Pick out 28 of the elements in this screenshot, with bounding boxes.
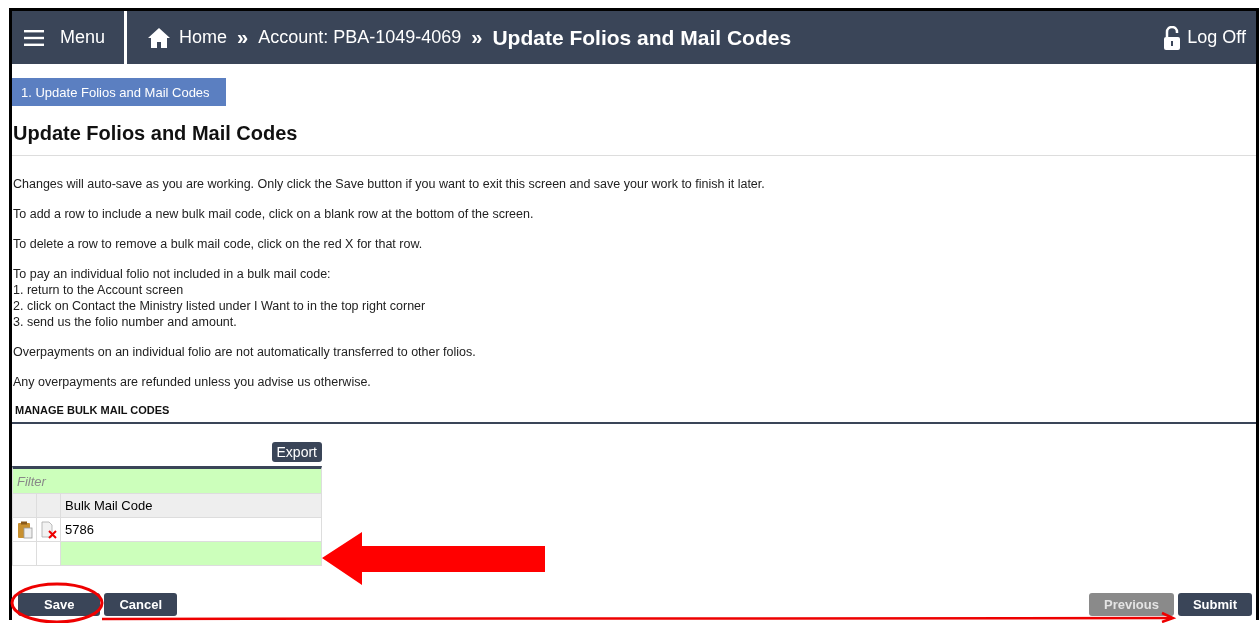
export-button[interactable]: Export xyxy=(271,442,322,462)
instruction-text: To pay an individual folio not included in a bulk mail code: 1. return to the Account screen 2. click on Contact the Ministry listed under I Want to in the top right corner 3. send us the folio number and amount. xyxy=(13,266,427,330)
logoff-link[interactable]: Log Off xyxy=(1187,27,1246,48)
menu-icon xyxy=(24,29,44,46)
delete-icon[interactable] xyxy=(40,520,57,539)
home-icon xyxy=(147,26,172,49)
column-header: Bulk Mail Code xyxy=(60,494,322,518)
filter-field[interactable]: Filter xyxy=(12,466,322,494)
clipboard-icon[interactable] xyxy=(16,520,33,539)
breadcrumb-separator: » xyxy=(471,26,483,49)
heading: Update Folios and Mail Codes xyxy=(12,122,1256,156)
menu-button[interactable]: Menu xyxy=(12,11,128,64)
breadcrumb-separator: » xyxy=(237,26,249,49)
instruction-text: Changes will auto-save as you are working. Only click the Save button if you want to exit this screen and save your work to finish it later. xyxy=(13,176,766,192)
step-tab[interactable]: 1. Update Folios and Mail Codes xyxy=(12,78,226,106)
instruction-text: To add a row to include a new bulk mail code, click on a blank row at the bottom of the screen. xyxy=(13,206,535,222)
current-page-heading: Update Folios and Mail Codes xyxy=(492,25,792,50)
form-button[interactable]: Submit xyxy=(1177,593,1252,616)
breadcrumb-link[interactable]: Account: PBA-1049-4069 xyxy=(258,27,462,48)
table-cell: 5786 xyxy=(60,518,322,542)
form-button[interactable]: Save xyxy=(18,593,101,616)
lock-icon xyxy=(1163,25,1182,50)
breadcrumb-link[interactable]: Home xyxy=(179,27,228,48)
instruction-text: To delete a row to remove a bulk mail code, click on the red X for that row. xyxy=(13,236,424,252)
instruction-text: Any overpayments are refunded unless you advise us otherwise. xyxy=(13,374,372,390)
instruction-text: Overpayments on an individual folio are not automatically transferred to other folios. xyxy=(13,344,477,360)
section-heading: MANAGE BULK MAIL CODES xyxy=(12,404,1256,424)
form-button[interactable]: Cancel xyxy=(104,593,177,616)
